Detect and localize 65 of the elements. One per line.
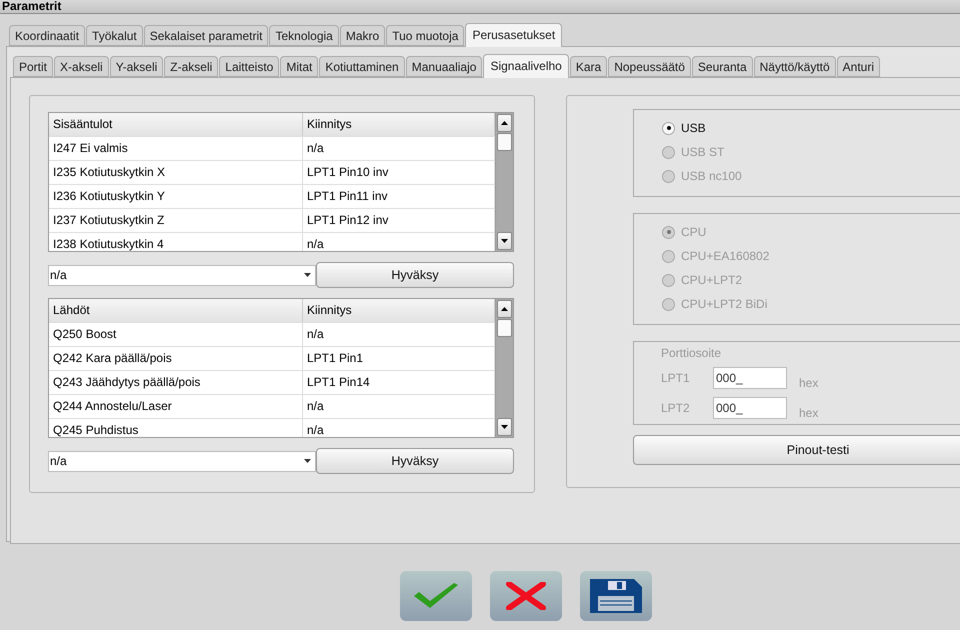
tab[interactable]: Koordinaatit: [9, 25, 86, 46]
tab[interactable]: Kara: [570, 56, 608, 77]
radio-option[interactable]: USB: [662, 120, 960, 136]
tab[interactable]: X-akseli: [54, 56, 109, 77]
tab[interactable]: Mitat: [280, 56, 318, 77]
tab[interactable]: Työkalut: [86, 25, 143, 46]
window-title: Parametrit: [1, 0, 62, 12]
save-button[interactable]: [580, 571, 652, 621]
dropdown[interactable]: n/a: [48, 450, 316, 472]
unit-label: hex: [799, 406, 818, 420]
tab[interactable]: Signaalivelho: [483, 54, 569, 78]
caret-icon: [304, 273, 311, 277]
tab[interactable]: Portit: [13, 56, 54, 77]
checkmark-icon: [412, 583, 460, 609]
tab[interactable]: Seuranta: [692, 56, 753, 77]
tab[interactable]: Anturi: [836, 56, 880, 77]
input-field[interactable]: 000_: [713, 397, 787, 419]
table-cell: Q245 Puhdistus: [49, 419, 303, 437]
column-header[interactable]: Sisääntulot: [49, 113, 303, 136]
scroll-down-icon[interactable]: [497, 418, 512, 436]
field-label: LPT1: [661, 371, 691, 385]
ok-button[interactable]: [400, 571, 472, 621]
scroll-up-icon[interactable]: [497, 300, 512, 318]
table-cell: I236 Kotiutuskytkin Y: [49, 185, 303, 208]
group-title: Porttiosoite: [661, 346, 722, 360]
tab[interactable]: Sekalaiset parametrit: [144, 25, 268, 46]
field-label: LPT2: [661, 401, 691, 415]
tab[interactable]: Z-akseli: [164, 56, 218, 77]
scrollbar[interactable]: [495, 113, 513, 251]
caret-icon: [304, 459, 311, 463]
column-header[interactable]: Kiinnitys: [303, 113, 495, 136]
dropdown[interactable]: n/a: [48, 264, 316, 286]
unit-label: hex: [799, 376, 818, 390]
pinout-test-button[interactable]: Pinout-testi: [633, 435, 960, 465]
tab[interactable]: Tuo muotoja: [386, 25, 464, 46]
table-cell: Q243 Jäähdytys päällä/pois: [49, 371, 303, 394]
table-cell: Q244 Annostelu/Laser: [49, 395, 303, 418]
scroll-up-icon[interactable]: [497, 114, 512, 132]
scroll-thumb[interactable]: [497, 133, 512, 151]
table-cell: I235 Kotiutuskytkin X: [49, 161, 303, 184]
tab[interactable]: Perusasetukset: [465, 23, 562, 47]
tab[interactable]: Teknologia: [269, 25, 339, 46]
tab[interactable]: Näyttö/käyttö: [754, 56, 836, 77]
scroll-down-icon[interactable]: [497, 232, 512, 250]
tab[interactable]: Makro: [340, 25, 386, 46]
table-cell: Q250 Boost: [49, 323, 303, 346]
close-icon: [506, 582, 546, 610]
scrollbar[interactable]: [495, 299, 513, 437]
table-cell: Q242 Kara päällä/pois: [49, 347, 303, 370]
radio-button[interactable]: [662, 122, 675, 134]
input-field[interactable]: 000_: [713, 367, 787, 389]
column-header[interactable]: Lähdöt: [49, 299, 303, 322]
tab[interactable]: Nopeussäätö: [608, 56, 691, 77]
table-cell: I247 Ei valmis: [49, 137, 303, 160]
table-cell: I237 Kotiutuskytkin Z: [49, 209, 303, 232]
tab[interactable]: Y-akseli: [110, 56, 164, 77]
column-header[interactable]: Kiinnitys: [303, 299, 495, 322]
scroll-thumb[interactable]: [497, 319, 512, 337]
table-cell: I238 Kotiutuskytkin 4: [49, 233, 303, 251]
tab[interactable]: Manuaaliajo: [406, 56, 482, 77]
cancel-button[interactable]: [490, 571, 562, 621]
tab[interactable]: Kotiuttaminen: [319, 56, 405, 77]
accept-button[interactable]: Hyväksy: [316, 448, 514, 474]
accept-button[interactable]: Hyväksy: [316, 262, 514, 288]
tab[interactable]: Laitteisto: [219, 56, 280, 77]
